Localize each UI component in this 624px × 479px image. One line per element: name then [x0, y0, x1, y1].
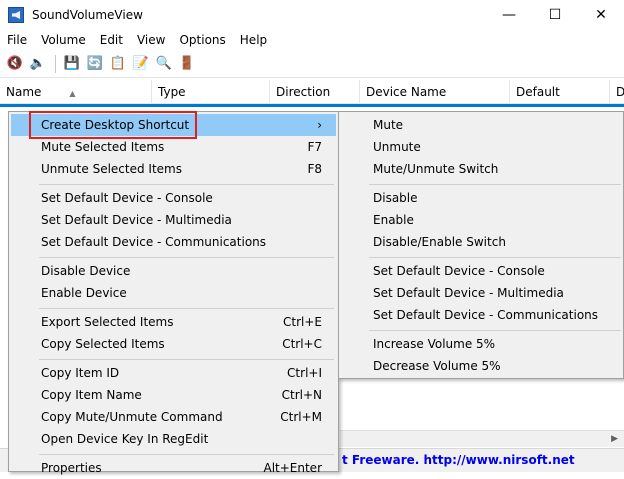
- status-link[interactable]: t Freeware. http://www.nirsoft.net: [342, 453, 575, 467]
- column-default[interactable]: Default: [510, 80, 610, 104]
- submenu-default-communications[interactable]: Set Default Device - Communications: [341, 304, 621, 326]
- submenu-separator: [369, 257, 621, 258]
- menu-volume[interactable]: Volume: [34, 33, 93, 47]
- speaker-icon[interactable]: 🔈: [27, 53, 49, 75]
- menu-copy-item-name[interactable]: Copy Item Name Ctrl+N: [11, 384, 336, 406]
- menu-open-regedit[interactable]: Open Device Key In RegEdit: [11, 428, 336, 450]
- app-speaker-icon: [8, 7, 24, 23]
- submenu-increase-volume[interactable]: Increase Volume 5%: [341, 333, 621, 355]
- menu-options[interactable]: Options: [172, 33, 232, 47]
- menu-set-default-communications[interactable]: Set Default Device - Communications: [11, 231, 336, 253]
- save-icon[interactable]: 💾: [61, 53, 83, 75]
- refresh-icon[interactable]: 🔄: [84, 53, 106, 75]
- menu-edit[interactable]: Edit: [93, 33, 130, 47]
- annotation-highlight-box: [29, 111, 197, 139]
- menu-separator: [39, 359, 334, 360]
- window-title: SoundVolumeView: [32, 8, 143, 22]
- submenu-disable[interactable]: Disable: [341, 187, 621, 209]
- menu-separator: [39, 308, 334, 309]
- column-d[interactable]: D: [610, 80, 624, 104]
- menu-copy-mute-command[interactable]: Copy Mute/Unmute Command Ctrl+M: [11, 406, 336, 428]
- submenu-mute[interactable]: Mute: [341, 114, 621, 136]
- window-controls: — ☐ ✕: [486, 0, 624, 30]
- submenu-unmute[interactable]: Unmute: [341, 136, 621, 158]
- menu-properties[interactable]: Properties Alt+Enter: [11, 457, 336, 479]
- submenu-separator: [369, 330, 621, 331]
- maximize-button[interactable]: ☐: [532, 0, 578, 30]
- sort-ascending-icon: ▲: [69, 89, 76, 98]
- close-button[interactable]: ✕: [578, 0, 624, 30]
- submenu-mute-unmute-switch[interactable]: Mute/Unmute Switch: [341, 158, 621, 180]
- scroll-right-icon[interactable]: ▶: [611, 431, 618, 448]
- menu-enable-device[interactable]: Enable Device: [11, 282, 336, 304]
- submenu-default-console[interactable]: Set Default Device - Console: [341, 260, 621, 282]
- submenu-default-multimedia[interactable]: Set Default Device - Multimedia: [341, 282, 621, 304]
- column-header: Name ▲ Type Direction Device Name Default…: [0, 80, 624, 104]
- properties-icon[interactable]: 📝: [130, 53, 152, 75]
- toolbar: 🔇 🔈 💾 🔄 📋 📝 🔍 🚪: [0, 50, 624, 78]
- mute-speaker-icon[interactable]: 🔇: [4, 53, 26, 75]
- submenu-arrow-icon: ›: [317, 118, 322, 132]
- menu-separator: [39, 257, 334, 258]
- menu-export-selected[interactable]: Export Selected Items Ctrl+E: [11, 311, 336, 333]
- shortcut-submenu: Mute Unmute Mute/Unmute Switch Disable E…: [338, 111, 624, 379]
- menu-set-default-console[interactable]: Set Default Device - Console: [11, 187, 336, 209]
- menu-view[interactable]: View: [130, 33, 172, 47]
- copy-icon[interactable]: 📋: [107, 53, 129, 75]
- menu-unmute-selected[interactable]: Unmute Selected Items F8: [11, 158, 336, 180]
- horizontal-scrollbar[interactable]: ▶: [340, 430, 624, 447]
- column-device-name[interactable]: Device Name: [360, 80, 510, 104]
- menu-file[interactable]: File: [0, 33, 34, 47]
- menu-set-default-multimedia[interactable]: Set Default Device - Multimedia: [11, 209, 336, 231]
- submenu-decrease-volume[interactable]: Decrease Volume 5%: [341, 355, 621, 377]
- context-menu: Create Desktop Shortcut › Mute Selected I…: [8, 111, 339, 475]
- submenu-separator: [369, 184, 621, 185]
- column-name[interactable]: Name ▲: [0, 80, 152, 104]
- minimize-button[interactable]: —: [486, 0, 532, 30]
- column-direction[interactable]: Direction: [270, 80, 360, 104]
- menu-copy-item-id[interactable]: Copy Item ID Ctrl+I: [11, 362, 336, 384]
- column-type[interactable]: Type: [152, 80, 270, 104]
- menu-help[interactable]: Help: [233, 33, 274, 47]
- menu-separator: [39, 454, 334, 455]
- menu-separator: [39, 184, 334, 185]
- submenu-enable[interactable]: Enable: [341, 209, 621, 231]
- title-bar: SoundVolumeView — ☐ ✕: [0, 0, 624, 30]
- toolbar-separator: [55, 54, 56, 73]
- exit-icon[interactable]: 🚪: [176, 53, 198, 75]
- selected-row[interactable]: [0, 104, 624, 107]
- submenu-disable-enable-switch[interactable]: Disable/Enable Switch: [341, 231, 621, 253]
- menu-mute-selected[interactable]: Mute Selected Items F7: [11, 136, 336, 158]
- menu-disable-device[interactable]: Disable Device: [11, 260, 336, 282]
- find-icon[interactable]: 🔍: [153, 53, 175, 75]
- menu-bar: File Volume Edit View Options Help: [0, 30, 624, 50]
- menu-copy-selected[interactable]: Copy Selected Items Ctrl+C: [11, 333, 336, 355]
